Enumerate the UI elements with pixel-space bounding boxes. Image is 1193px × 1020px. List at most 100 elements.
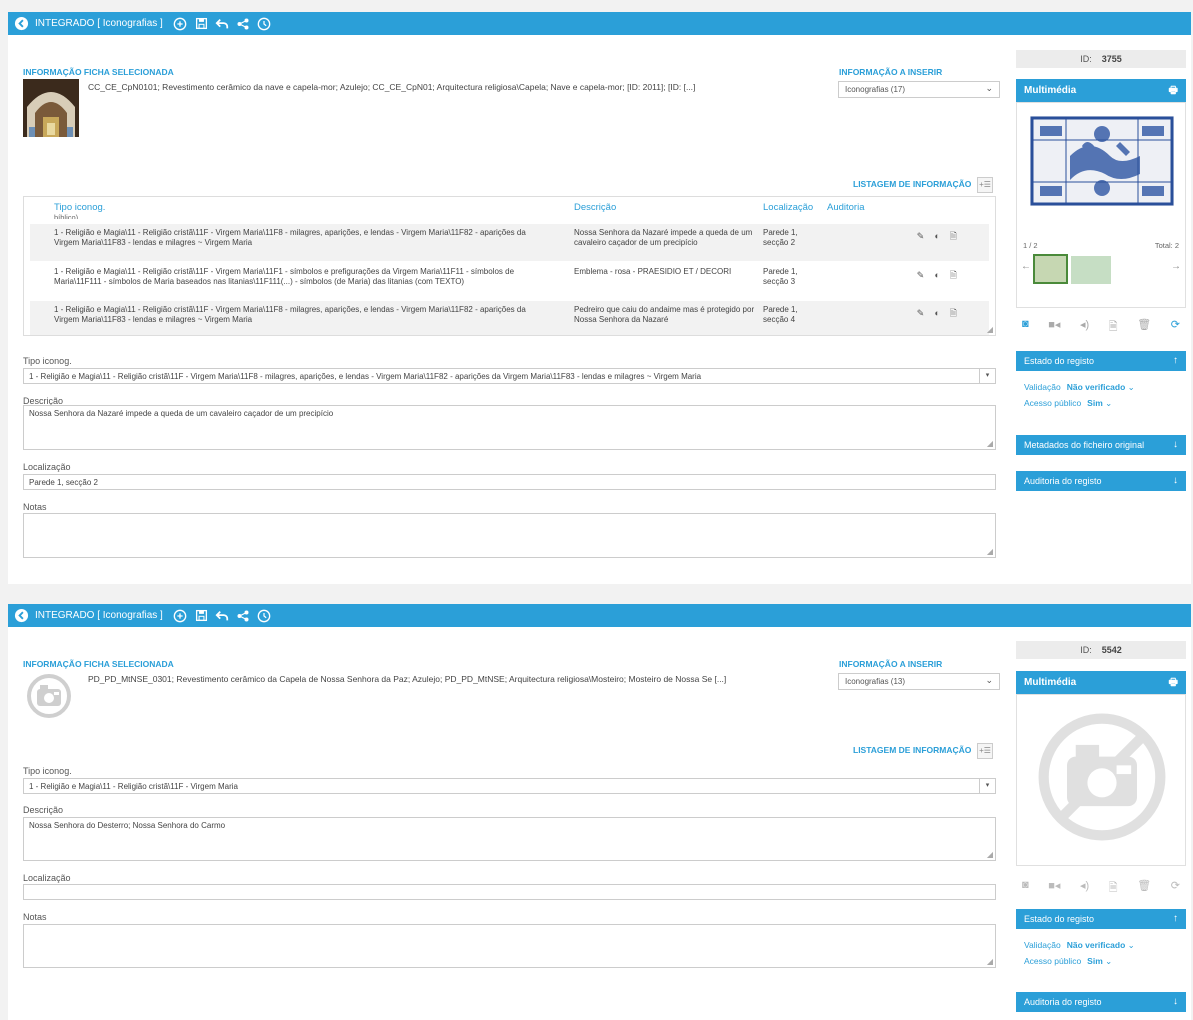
- acesso-row: Acesso público Sim ⌄: [1024, 398, 1112, 409]
- document-icon[interactable]: 🗎: [950, 308, 957, 319]
- list-options-button[interactable]: +☰: [977, 743, 993, 759]
- media-toolbar: ◙ ■◂ ◂) 🗎 🗑 ⟳: [1016, 879, 1186, 898]
- add-circle-icon[interactable]: [173, 16, 188, 31]
- chevron-down-icon[interactable]: ▾: [979, 779, 995, 793]
- audio-icon[interactable]: ◂): [1080, 318, 1089, 337]
- col-header-auditoria[interactable]: Auditoria: [827, 202, 865, 213]
- multimedia-title: Multimédia: [1024, 85, 1077, 96]
- notas-textarea[interactable]: ◢: [23, 513, 996, 558]
- back-circle-icon[interactable]: [14, 608, 29, 623]
- row-tipo: 1 - Religião e Magia\11 - Religião crist…: [54, 267, 515, 286]
- toggle-icon[interactable]: ◐: [934, 308, 939, 319]
- history-icon[interactable]: [257, 608, 272, 623]
- history-icon[interactable]: [257, 16, 272, 31]
- video-icon[interactable]: ■◂: [1048, 318, 1060, 337]
- estado-header[interactable]: Estado do registo ↑: [1016, 351, 1186, 371]
- document-icon[interactable]: 🗎: [950, 231, 957, 242]
- list-options-button[interactable]: +☰: [977, 177, 993, 193]
- record-id: ID: 5542: [1016, 641, 1186, 659]
- share-icon[interactable]: [236, 16, 251, 31]
- row-tipo: 1 - Religião e Magia\11 - Religião crist…: [54, 228, 526, 247]
- print-icon[interactable]: 🖶: [1169, 79, 1178, 102]
- sync-icon[interactable]: ⟳: [1171, 318, 1180, 337]
- validacao-value[interactable]: Não verificado: [1067, 940, 1126, 950]
- col-header-tipo[interactable]: Tipo iconog.: [54, 202, 105, 213]
- resize-grip-icon[interactable]: ◢: [987, 957, 993, 966]
- thumbnail-1[interactable]: [1033, 254, 1068, 284]
- localizacao-input[interactable]: [23, 884, 996, 900]
- record-thumbnail[interactable]: [23, 79, 79, 137]
- iconography-table: Tipo iconog. Descrição Localização Audit…: [23, 196, 996, 336]
- inserir-select-value: Iconografias (17): [845, 85, 906, 94]
- auditoria-header[interactable]: Auditoria do registo ↓: [1016, 992, 1186, 1012]
- metadados-header[interactable]: Metadados do ficheiro original ↓: [1016, 435, 1186, 455]
- notas-textarea[interactable]: ◢: [23, 924, 996, 968]
- col-header-descricao[interactable]: Descrição: [574, 202, 616, 213]
- audio-icon[interactable]: ◂): [1080, 879, 1089, 898]
- trash-icon[interactable]: 🗑: [1137, 879, 1151, 898]
- trash-icon[interactable]: 🗑: [1137, 318, 1151, 337]
- chevron-down-icon[interactable]: ⌄: [1128, 940, 1135, 950]
- print-icon[interactable]: 🖶: [1169, 671, 1178, 694]
- add-circle-icon[interactable]: [173, 608, 188, 623]
- undo-icon[interactable]: [215, 608, 230, 623]
- resize-grip-icon[interactable]: ◢: [987, 325, 993, 334]
- tipo-select-value: 1 - Religião e Magia\11 - Religião crist…: [29, 372, 702, 381]
- arrow-down-icon: ↓: [1173, 439, 1178, 450]
- localizacao-label: Localização: [23, 873, 71, 883]
- edit-icon[interactable]: ✎: [917, 270, 925, 281]
- table-row[interactable]: 1 - Religião e Magia\11 - Religião crist…: [30, 224, 989, 261]
- share-icon[interactable]: [236, 608, 251, 623]
- tipo-select[interactable]: 1 - Religião e Magia\11 - Religião crist…: [23, 368, 996, 384]
- chevron-down-icon[interactable]: ⌄: [1128, 382, 1135, 392]
- resize-grip-icon[interactable]: ◢: [987, 547, 993, 556]
- resize-grip-icon[interactable]: ◢: [987, 850, 993, 859]
- back-circle-icon[interactable]: [14, 16, 29, 31]
- camera-icon[interactable]: ◙: [1022, 879, 1029, 898]
- file-icon[interactable]: 🗎: [1109, 879, 1118, 898]
- toggle-icon[interactable]: ◐: [934, 231, 939, 242]
- col-header-localizacao[interactable]: Localização: [763, 202, 813, 213]
- validacao-row: Validação Não verificado ⌄: [1024, 382, 1135, 393]
- arrow-right-icon[interactable]: →: [1171, 261, 1181, 272]
- camera-icon[interactable]: ◙: [1022, 318, 1029, 337]
- row-actions: ✎ ◐ 🗎: [917, 270, 957, 281]
- row-descricao: Pedreiro que caiu do andaime mas é prote…: [574, 305, 755, 324]
- resize-grip-icon[interactable]: ◢: [987, 439, 993, 448]
- file-icon[interactable]: 🗎: [1109, 318, 1118, 337]
- validacao-value[interactable]: Não verificado: [1067, 382, 1126, 392]
- chevron-down-icon[interactable]: ⌄: [1105, 398, 1112, 408]
- inserir-select[interactable]: Iconografias (13) ⌄: [838, 673, 1000, 690]
- acesso-value[interactable]: Sim: [1087, 398, 1103, 408]
- toggle-icon[interactable]: ◐: [934, 270, 939, 281]
- save-icon[interactable]: [194, 608, 209, 623]
- video-icon[interactable]: ■◂: [1048, 879, 1060, 898]
- descricao-textarea[interactable]: Nossa Senhora da Nazaré impede a queda d…: [23, 405, 996, 450]
- arrow-left-icon[interactable]: ←: [1021, 261, 1031, 272]
- no-photo-icon[interactable]: [25, 672, 73, 720]
- table-row[interactable]: 1 - Religião e Magia\11 - Religião crist…: [30, 301, 989, 335]
- save-icon[interactable]: [194, 16, 209, 31]
- estado-header[interactable]: Estado do registo ↑: [1016, 909, 1186, 929]
- thumbnail-2[interactable]: [1071, 256, 1111, 284]
- multimedia-header: Multimédia 🖶: [1016, 79, 1186, 102]
- edit-icon[interactable]: ✎: [917, 231, 925, 242]
- chevron-down-icon[interactable]: ▾: [979, 369, 995, 383]
- multimedia-title: Multimédia: [1024, 677, 1077, 688]
- auditoria-header[interactable]: Auditoria do registo ↓: [1016, 471, 1186, 491]
- multimedia-image[interactable]: [1030, 116, 1174, 206]
- acesso-value[interactable]: Sim: [1087, 956, 1103, 966]
- undo-icon[interactable]: [215, 16, 230, 31]
- sync-icon[interactable]: ⟳: [1171, 879, 1180, 898]
- document-icon[interactable]: 🗎: [950, 270, 957, 281]
- descricao-textarea[interactable]: Nossa Senhora do Desterro; Nossa Senhora…: [23, 817, 996, 861]
- localizacao-input[interactable]: Parede 1, secção 2: [23, 474, 996, 490]
- tipo-select[interactable]: 1 - Religião e Magia\11 - Religião crist…: [23, 778, 996, 794]
- chevron-down-icon[interactable]: ⌄: [1105, 956, 1112, 966]
- inserir-select[interactable]: Iconografias (17) ⌄: [838, 81, 1000, 98]
- multimedia-box: 1 / 2 Total: 2 ← →: [1016, 102, 1186, 308]
- tipo-label: Tipo iconog.: [23, 356, 72, 366]
- row-actions: ✎ ◐ 🗎: [917, 231, 957, 242]
- table-row[interactable]: 1 - Religião e Magia\11 - Religião crist…: [30, 263, 989, 299]
- edit-icon[interactable]: ✎: [917, 308, 925, 319]
